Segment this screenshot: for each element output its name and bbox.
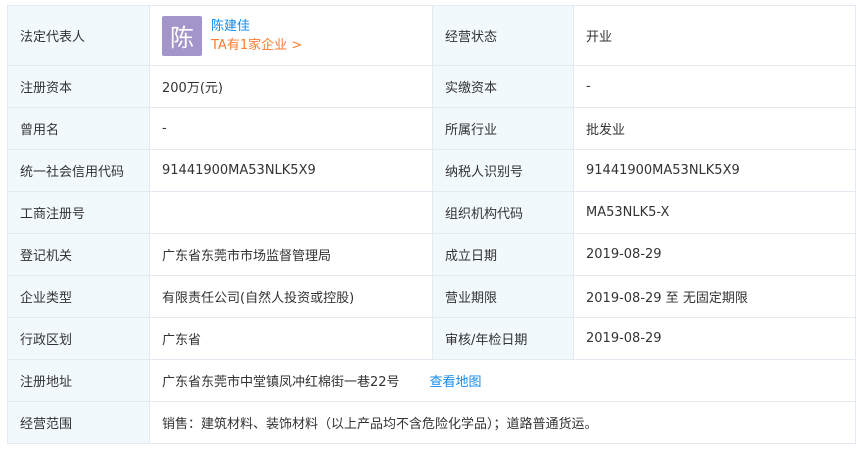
address-cell: 广东省东莞市中堂镇凤冲红棉街一巷22号 查看地图: [149, 359, 856, 402]
avatar[interactable]: 陈: [162, 15, 202, 56]
scope-label: 经营范围: [7, 401, 150, 444]
company-type-value: 有限责任公司(自然人投资或控股): [149, 275, 433, 318]
related-companies-link[interactable]: TA有1家企业 >: [211, 36, 302, 55]
table-row: 经营范围 销售：建筑材料、装饰材料（以上产品均不含危险化学品）；道路普通货运。: [7, 401, 856, 444]
table-row: 统一社会信用代码 91441900MA53NLK5X9 纳税人识别号 91441…: [7, 149, 856, 192]
authority-label: 登记机关: [7, 233, 150, 276]
table-row: 注册资本 200万(元) 实缴资本 -: [7, 65, 856, 108]
region-value: 广东省: [149, 317, 433, 360]
industry-label: 所属行业: [432, 107, 574, 150]
table-row: 企业类型 有限责任公司(自然人投资或控股) 营业期限 2019-08-29 至 …: [7, 275, 856, 318]
paid-capital-value: -: [573, 65, 856, 108]
company-type-label: 企业类型: [7, 275, 150, 318]
table-row: 工商注册号 组织机构代码 MA53NLK5-X: [7, 191, 856, 234]
credit-code-value: 91441900MA53NLK5X9: [149, 149, 433, 192]
credit-code-label: 统一社会信用代码: [7, 149, 150, 192]
legal-rep-cell: 陈 陈建佳 TA有1家企业 >: [149, 5, 433, 66]
legal-rep-label: 法定代表人: [7, 5, 150, 66]
address-value: 广东省东莞市中堂镇凤冲红棉街一巷22号: [162, 375, 400, 390]
status-label: 经营状态: [432, 5, 574, 66]
industry-value: 批发业: [573, 107, 856, 150]
region-label: 行政区划: [7, 317, 150, 360]
biz-term-value: 2019-08-29 至 无固定期限: [573, 275, 856, 318]
authority-value: 广东省东莞市市场监督管理局: [149, 233, 433, 276]
biz-reg-no-label: 工商注册号: [7, 191, 150, 234]
inspection-value: 2019-08-29: [573, 317, 856, 360]
table-row: 行政区划 广东省 审核/年检日期 2019-08-29: [7, 317, 856, 360]
org-code-label: 组织机构代码: [432, 191, 574, 234]
inspection-label: 审核/年检日期: [432, 317, 574, 360]
taxpayer-id-value: 91441900MA53NLK5X9: [573, 149, 856, 192]
former-name-value: -: [149, 107, 433, 150]
company-info-table: 法定代表人 陈 陈建佳 TA有1家企业 > 经营状态 开业 注册资本 200万(…: [7, 5, 856, 444]
founded-value: 2019-08-29: [573, 233, 856, 276]
reg-capital-value: 200万(元): [149, 65, 433, 108]
legal-rep-name-link[interactable]: 陈建佳: [211, 17, 302, 36]
former-name-label: 曾用名: [7, 107, 150, 150]
paid-capital-label: 实缴资本: [432, 65, 574, 108]
taxpayer-id-label: 纳税人识别号: [432, 149, 574, 192]
org-code-value: MA53NLK5-X: [573, 191, 856, 234]
biz-term-label: 营业期限: [432, 275, 574, 318]
table-row: 曾用名 - 所属行业 批发业: [7, 107, 856, 150]
founded-label: 成立日期: [432, 233, 574, 276]
address-label: 注册地址: [7, 359, 150, 402]
reg-capital-label: 注册资本: [7, 65, 150, 108]
view-map-link[interactable]: 查看地图: [430, 375, 482, 390]
table-row: 登记机关 广东省东莞市市场监督管理局 成立日期 2019-08-29: [7, 233, 856, 276]
table-row: 注册地址 广东省东莞市中堂镇凤冲红棉街一巷22号 查看地图: [7, 359, 856, 402]
status-value: 开业: [573, 5, 856, 66]
biz-reg-no-value: [149, 191, 433, 234]
scope-value: 销售：建筑材料、装饰材料（以上产品均不含危险化学品）；道路普通货运。: [149, 401, 856, 444]
table-row: 法定代表人 陈 陈建佳 TA有1家企业 > 经营状态 开业: [7, 5, 856, 66]
